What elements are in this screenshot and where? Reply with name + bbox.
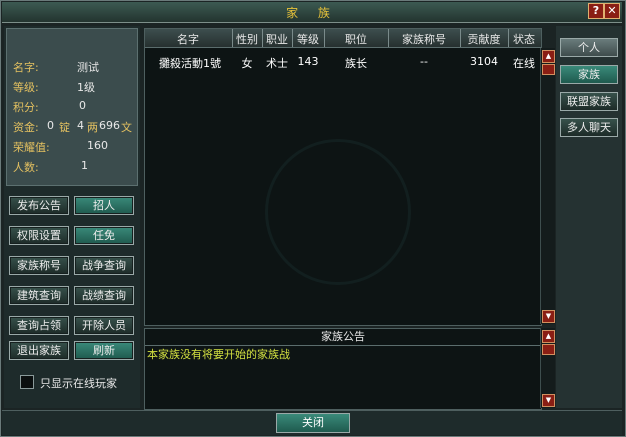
- window-title: 家 族: [286, 6, 338, 20]
- close-button[interactable]: 关闭: [276, 413, 350, 433]
- col-class[interactable]: 职业: [263, 31, 291, 47]
- member-position: 族长: [345, 57, 367, 70]
- member-status: 在线: [513, 57, 535, 70]
- member-family-title: --: [420, 55, 428, 68]
- members-value: 1: [81, 159, 88, 172]
- level-label: 等级:: [13, 81, 39, 94]
- close-window-button[interactable]: ✕: [604, 3, 620, 19]
- family-emblem-watermark: [265, 139, 411, 285]
- recruit-button[interactable]: 招人: [74, 196, 134, 215]
- tab-alliance[interactable]: 联盟家族: [560, 92, 618, 111]
- points-label: 积分:: [13, 101, 39, 114]
- col-family-title[interactable]: 家族称号: [389, 31, 459, 47]
- title-bar: 家 族: [2, 2, 622, 23]
- table-header: 名字 性别 职业 等级 职位 家族称号 贡献度 状态: [145, 29, 541, 48]
- scroll-up-icon[interactable]: ▲: [542, 330, 555, 343]
- scroll-down-icon[interactable]: ▼: [542, 394, 555, 407]
- family-info-panel: 名字: 测试 等级: 1级 积分: 0 资金: 0 锭 4 两 696 文 荣耀…: [6, 28, 138, 186]
- funds-gold-unit: 锭: [59, 121, 70, 134]
- tab-personal[interactable]: 个人: [560, 38, 618, 57]
- family-notice-panel: 家族公告 本家族没有将要开始的家族战: [144, 328, 542, 410]
- member-class: 术士: [266, 57, 288, 70]
- remove-member-button[interactable]: 开除人员: [74, 316, 134, 335]
- tab-family[interactable]: 家族: [560, 65, 618, 84]
- points-value: 0: [79, 99, 86, 112]
- col-status[interactable]: 状态: [509, 31, 539, 47]
- member-contribution: 3104: [470, 55, 498, 68]
- member-name: 攤殺活動1號: [159, 57, 221, 70]
- building-query-button[interactable]: 建筑查询: [9, 286, 69, 305]
- col-name[interactable]: 名字: [145, 31, 231, 47]
- honor-value: 160: [87, 139, 108, 152]
- funds-copper-unit: 文: [121, 121, 132, 134]
- honor-label: 荣耀值:: [13, 141, 50, 154]
- battle-record-button[interactable]: 战绩查询: [74, 286, 134, 305]
- appoint-button[interactable]: 任免: [74, 226, 134, 245]
- member-table: 名字 性别 职业 等级 职位 家族称号 贡献度 状态 攤殺活動1號 女 术士 1…: [144, 28, 542, 326]
- level-value: 1级: [77, 81, 95, 94]
- funds-silver: 4: [77, 119, 84, 132]
- permissions-button[interactable]: 权限设置: [9, 226, 69, 245]
- online-only-checkbox[interactable]: [20, 375, 34, 389]
- online-only-label: 只显示在线玩家: [40, 377, 117, 390]
- help-button[interactable]: ?: [588, 3, 604, 19]
- name-value: 测试: [77, 61, 99, 74]
- name-label: 名字:: [13, 61, 39, 74]
- post-notice-button[interactable]: 发布公告: [9, 196, 69, 215]
- refresh-button[interactable]: 刷新: [74, 341, 134, 360]
- notice-scrollbar[interactable]: ▲ ▼: [540, 328, 555, 408]
- col-position[interactable]: 职位: [325, 31, 387, 47]
- notice-text: 本家族没有将要开始的家族战: [147, 348, 290, 361]
- members-label: 人数:: [13, 161, 39, 174]
- tab-multichat[interactable]: 多人聊天: [560, 118, 618, 137]
- notice-title: 家族公告: [145, 329, 541, 346]
- scroll-thumb[interactable]: [542, 64, 555, 75]
- member-gender: 女: [241, 57, 253, 70]
- col-contribution[interactable]: 贡献度: [461, 31, 507, 47]
- leave-family-button[interactable]: 退出家族: [9, 341, 69, 360]
- member-level: 143: [297, 55, 319, 68]
- col-gender[interactable]: 性别: [233, 31, 261, 47]
- funds-label: 资金:: [13, 121, 39, 134]
- family-title-button[interactable]: 家族称号: [9, 256, 69, 275]
- funds-silver-unit: 两: [87, 121, 98, 134]
- scroll-down-icon[interactable]: ▼: [542, 310, 555, 323]
- table-scrollbar[interactable]: ▲ ▼: [540, 48, 555, 324]
- scroll-thumb[interactable]: [542, 344, 555, 355]
- col-level[interactable]: 等级: [293, 31, 323, 47]
- funds-gold: 0: [47, 119, 54, 132]
- funds-copper: 696: [99, 119, 120, 132]
- occupy-query-button[interactable]: 查询占领: [9, 316, 69, 335]
- scroll-up-icon[interactable]: ▲: [542, 50, 555, 63]
- war-query-button[interactable]: 战争查询: [74, 256, 134, 275]
